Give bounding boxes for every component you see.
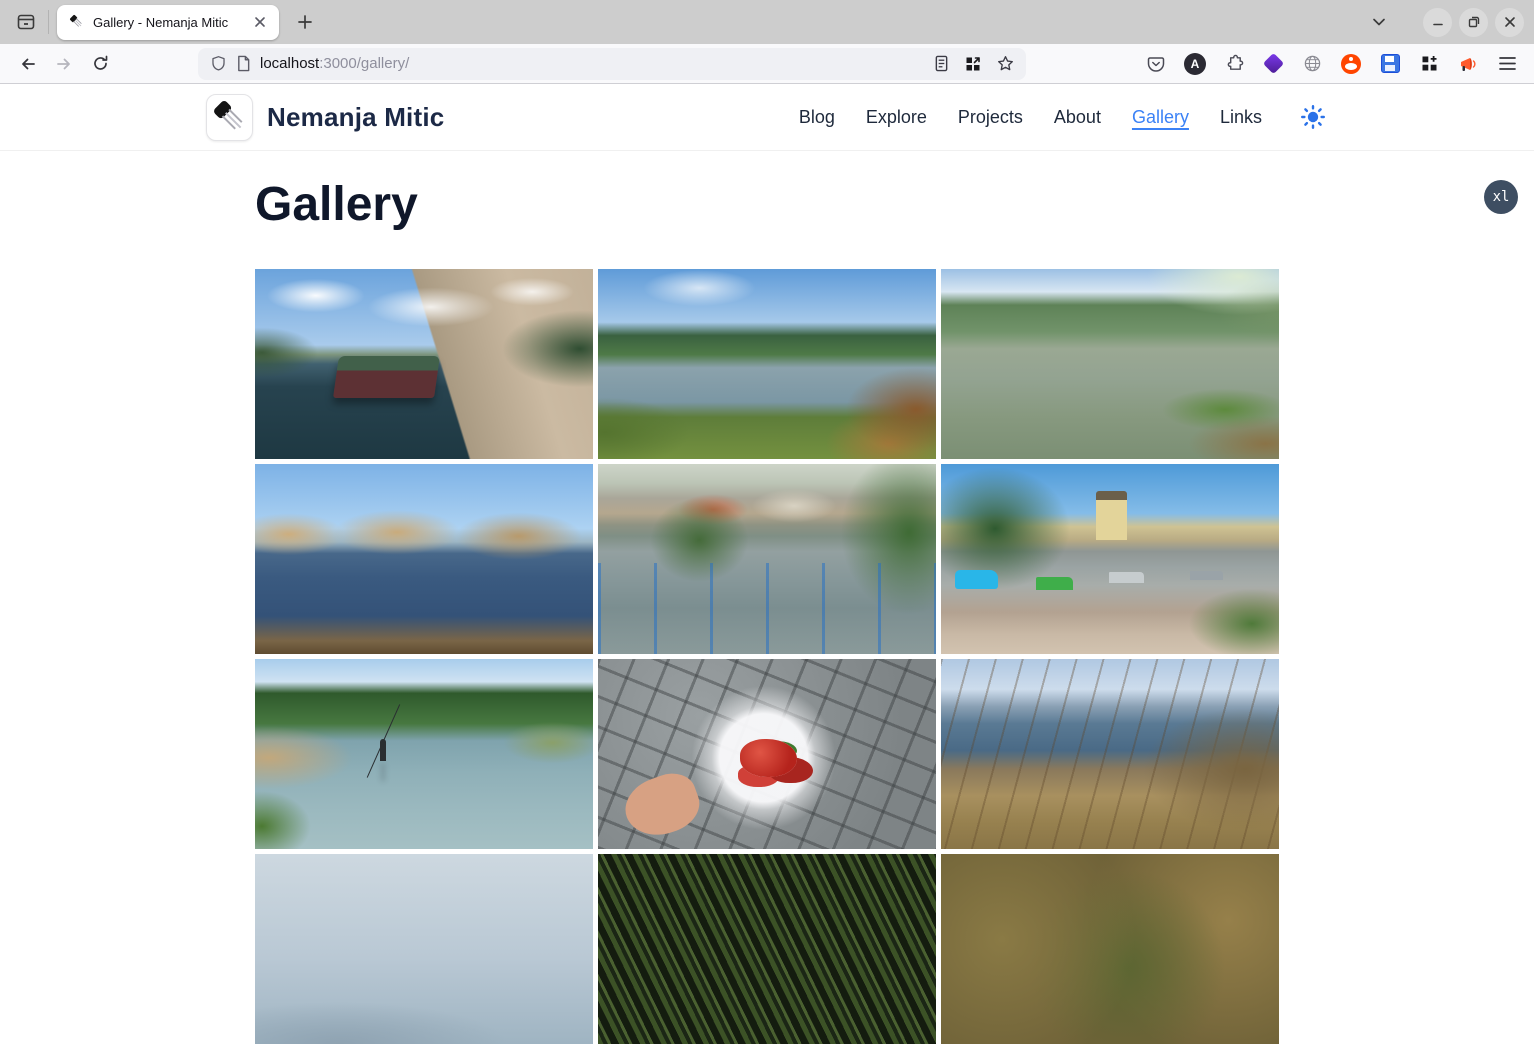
browser-tab[interactable]: Gallery - Nemanja Mitic — [57, 5, 279, 40]
globe-wireframe-icon — [1303, 54, 1322, 73]
reader-view-button[interactable] — [928, 51, 954, 77]
star-icon — [997, 55, 1014, 72]
gallery-photo-p8[interactable] — [598, 659, 936, 849]
minimize-icon — [1432, 16, 1444, 28]
extension-globe-button[interactable] — [1297, 49, 1327, 79]
site-title[interactable]: Nemanja Mitic — [267, 102, 444, 133]
back-button[interactable] — [12, 48, 44, 80]
gallery-photo-p3[interactable] — [941, 269, 1279, 459]
list-all-tabs-button[interactable] — [1363, 6, 1395, 38]
shield-icon — [210, 55, 227, 72]
reload-icon — [92, 55, 109, 72]
pocket-button[interactable] — [1141, 49, 1171, 79]
floppy-disk-icon — [1381, 54, 1400, 73]
back-arrow-icon — [19, 55, 37, 73]
url-path: :3000/gallery/ — [319, 55, 409, 72]
gallery-photo-p7[interactable] — [255, 659, 593, 849]
new-tab-button[interactable] — [289, 6, 321, 38]
nav-link-blog[interactable]: Blog — [799, 107, 835, 128]
breakpoint-badge: xl — [1484, 180, 1518, 214]
extensions-button[interactable] — [1219, 49, 1249, 79]
nav-link-explore[interactable]: Explore — [866, 107, 927, 128]
close-window-button[interactable] — [1495, 8, 1524, 37]
bookmark-star-button[interactable] — [992, 51, 1018, 77]
hamburger-menu-icon — [1499, 56, 1516, 71]
account-button[interactable]: A — [1180, 49, 1210, 79]
extension-reddit-button[interactable] — [1336, 49, 1366, 79]
site-header: Nemanja Mitic Blog Explore Projects About Ga… — [0, 84, 1534, 151]
restore-icon — [1468, 16, 1480, 28]
gallery-photo-p9[interactable] — [941, 659, 1279, 849]
gallery-photo-p4[interactable] — [255, 464, 593, 654]
forward-button[interactable] — [48, 48, 80, 80]
photo-grid — [255, 269, 1279, 1044]
menu-button[interactable] — [1492, 49, 1522, 79]
nav-link-links[interactable]: Links — [1220, 107, 1262, 128]
gallery-photo-p2[interactable] — [598, 269, 936, 459]
tab-close-button[interactable] — [249, 11, 271, 33]
extension-save-button[interactable] — [1375, 49, 1405, 79]
divider — [48, 10, 49, 34]
main-nav: Blog Explore Projects About Gallery Links — [799, 107, 1262, 128]
gallery-photo-p6[interactable] — [941, 464, 1279, 654]
tab-title: Gallery - Nemanja Mitic — [93, 15, 241, 30]
puzzle-piece-icon — [1225, 54, 1244, 73]
minimize-button[interactable] — [1423, 8, 1452, 37]
site-logo[interactable] — [206, 94, 253, 141]
grid-arrow-button[interactable] — [960, 51, 986, 77]
gallery-photo-p5[interactable] — [598, 464, 936, 654]
url-text[interactable]: localhost:3000/gallery/ — [260, 55, 919, 72]
megaphone-icon — [1458, 54, 1478, 74]
reload-button[interactable] — [84, 48, 116, 80]
gallery-photo-p10[interactable] — [255, 854, 593, 1044]
grid-arrow-icon — [965, 56, 981, 72]
page-title: Gallery — [255, 179, 1279, 231]
urlbar-actions — [928, 51, 1018, 77]
window-controls — [1423, 8, 1524, 37]
purple-gem-icon — [1262, 53, 1283, 74]
page-info-icon — [236, 55, 251, 72]
gallery-photo-p11[interactable] — [598, 854, 936, 1044]
nav-link-projects[interactable]: Projects — [958, 107, 1023, 128]
extension-gem-button[interactable] — [1258, 49, 1288, 79]
toolbar-extensions: A — [1141, 49, 1522, 79]
url-host: localhost — [260, 55, 319, 72]
nav-link-about[interactable]: About — [1054, 107, 1101, 128]
extension-megaphone-button[interactable] — [1453, 49, 1483, 79]
sun-icon — [1300, 104, 1326, 130]
chevron-down-icon — [1372, 15, 1386, 29]
plus-icon — [298, 15, 312, 29]
site-favicon-icon — [69, 14, 85, 30]
browser-window: Gallery - Nemanja Mitic — [0, 0, 1534, 84]
grid-plus-icon — [1421, 55, 1438, 72]
url-bar[interactable]: localhost:3000/gallery/ — [198, 48, 1026, 80]
gallery-photo-p1[interactable] — [255, 269, 593, 459]
theme-toggle-button[interactable] — [1298, 102, 1328, 132]
nav-link-gallery[interactable]: Gallery — [1132, 107, 1189, 128]
firefox-view-icon — [16, 12, 36, 32]
pocket-icon — [1147, 55, 1165, 73]
transistor-logo-icon — [212, 99, 248, 135]
forward-arrow-icon — [55, 55, 73, 73]
restore-button[interactable] — [1459, 8, 1488, 37]
main-content: Gallery — [255, 179, 1279, 1044]
extension-grid-button[interactable] — [1414, 49, 1444, 79]
firefox-view-button[interactable] — [10, 6, 42, 38]
reddit-icon — [1341, 54, 1361, 74]
account-avatar: A — [1184, 53, 1206, 75]
navigation-toolbar: localhost:3000/gallery/ A — [0, 44, 1534, 84]
gallery-photo-p12[interactable] — [941, 854, 1279, 1044]
close-icon — [1504, 16, 1516, 28]
tab-strip: Gallery - Nemanja Mitic — [0, 0, 1534, 44]
close-icon — [254, 16, 266, 28]
reader-view-icon — [934, 55, 949, 72]
